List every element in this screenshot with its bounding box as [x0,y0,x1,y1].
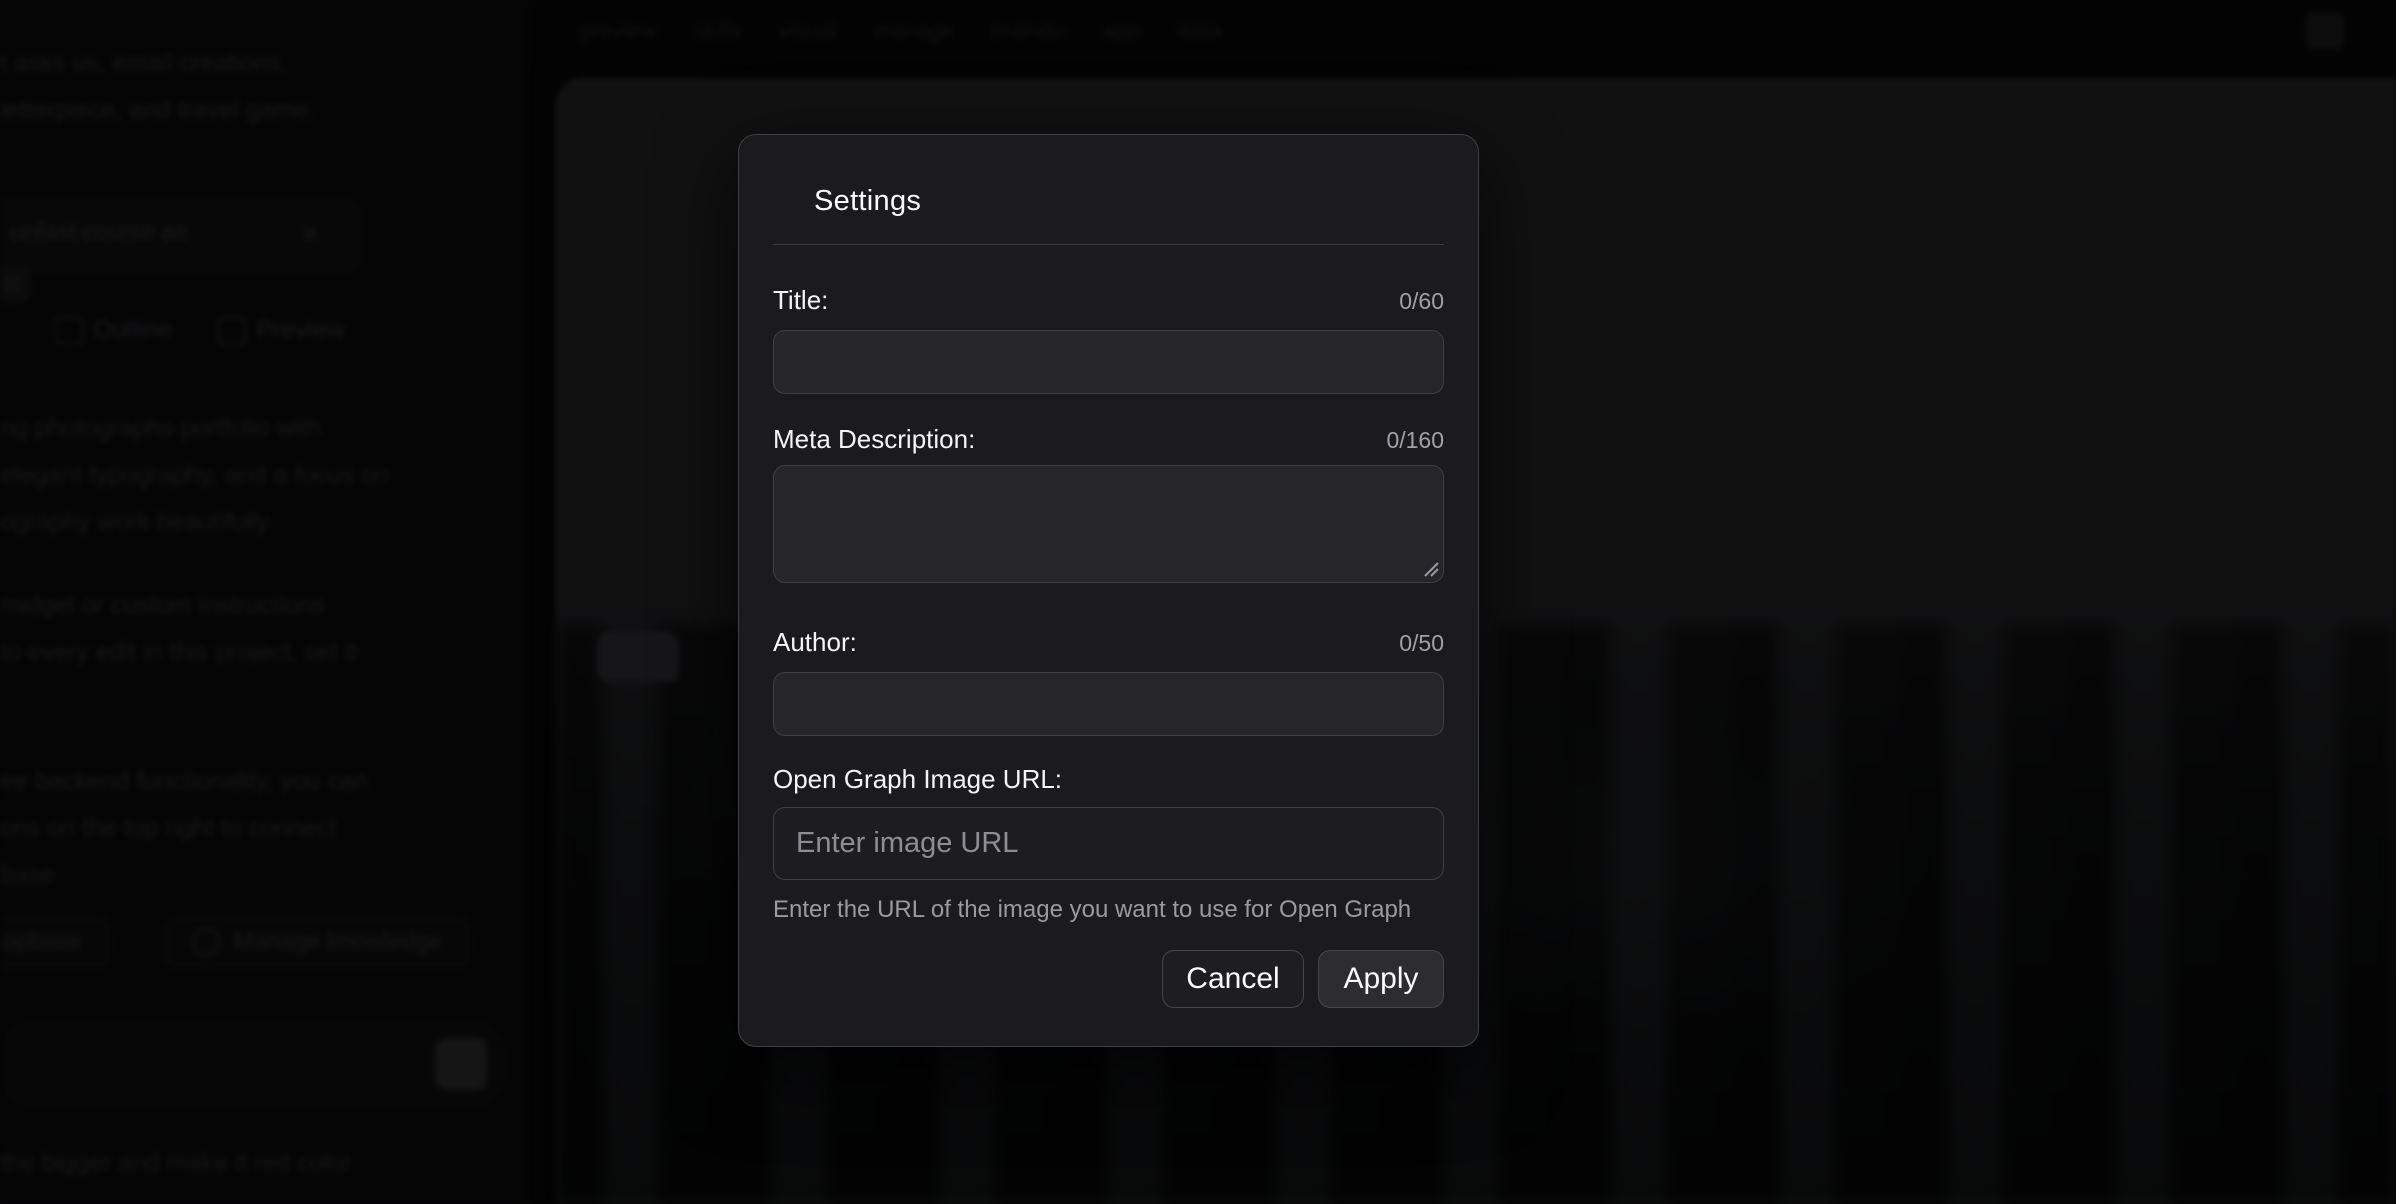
meta-description-counter: 0/160 [1386,427,1444,454]
title-label: Title: [773,285,828,316]
settings-modal: Settings Title: 0/60 Meta Description: 0… [738,134,1479,1047]
og-image-url-input[interactable] [773,807,1444,880]
meta-description-textarea[interactable] [773,465,1444,583]
app-window: preview skills visual manage braindo app… [0,0,2396,1204]
divider [773,244,1444,245]
author-label: Author: [773,627,857,658]
cancel-button[interactable]: Cancel [1162,950,1304,1008]
meta-description-label: Meta Description: [773,424,975,455]
modal-title: Settings [814,185,1444,218]
modal-actions: Cancel Apply [773,950,1444,1008]
title-counter: 0/60 [1399,288,1444,315]
og-helper-text: Enter the URL of the image you want to u… [773,896,1444,924]
apply-button[interactable]: Apply [1318,950,1444,1008]
author-counter: 0/50 [1399,630,1444,657]
author-input[interactable] [773,672,1444,736]
title-input[interactable] [773,330,1444,394]
og-image-url-label: Open Graph Image URL: [773,764,1062,795]
